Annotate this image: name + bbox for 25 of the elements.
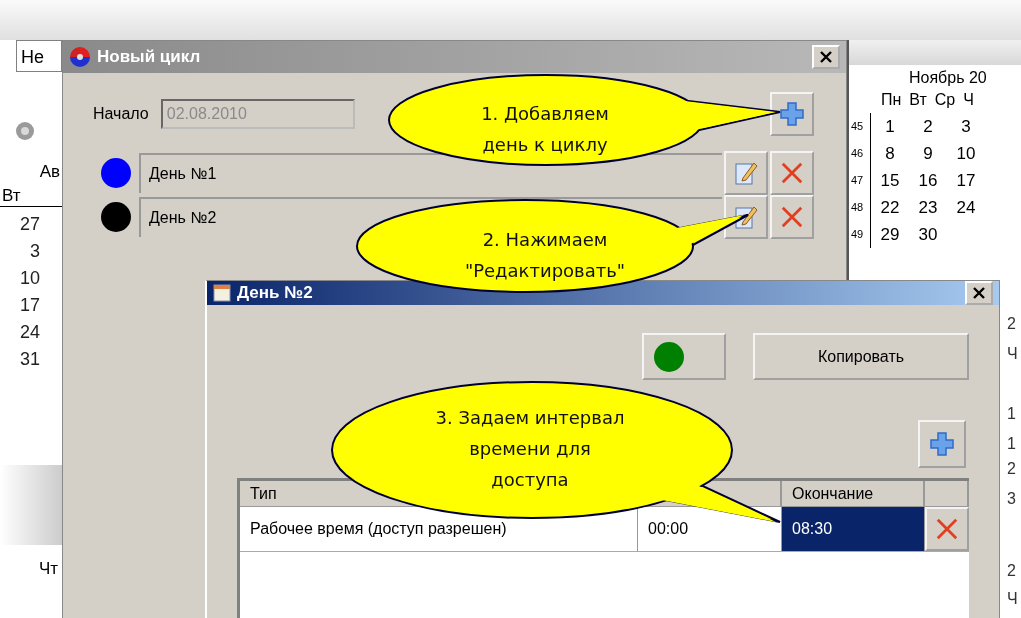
calendar-month: Ав — [39, 162, 61, 182]
calendar-fragment: 1 — [1007, 435, 1016, 453]
calendar-fragment: 3 — [1007, 490, 1016, 508]
week-number: 45 — [849, 113, 871, 140]
calendar-weekday: Ср — [934, 91, 956, 109]
week-number: 46 — [849, 140, 871, 167]
window-title: День №2 — [237, 283, 314, 303]
calendar-month: Ноябрь 20 — [909, 69, 988, 87]
calendar-fragment: Ч — [1007, 590, 1018, 608]
calendar-fragment: 1 — [1007, 405, 1016, 423]
calendar-weekday: Ч — [963, 91, 974, 109]
calendar-weekday: Пн — [881, 91, 902, 109]
week-number: 49 — [849, 221, 871, 248]
week-number: 47 — [849, 167, 871, 194]
calendar-fragment: 2 — [1007, 315, 1016, 333]
window-title: Новый цикл — [97, 47, 202, 67]
calendar-fragment: Ч — [1007, 345, 1018, 363]
calendar-fragment: 2 — [1007, 460, 1016, 478]
callout-tooltip-text: 2. Нажимаем "Редактировать" — [463, 228, 627, 283]
calendar-weekday: Чт — [38, 559, 59, 579]
calendar-weekday: Вт — [909, 91, 927, 109]
start-label: Начало — [93, 105, 149, 123]
calendar-fragment: 2 — [1007, 562, 1016, 580]
week-number: 48 — [849, 194, 871, 221]
callout-tooltip-text: 3. Задаем интервал времени для доступа — [434, 406, 626, 492]
